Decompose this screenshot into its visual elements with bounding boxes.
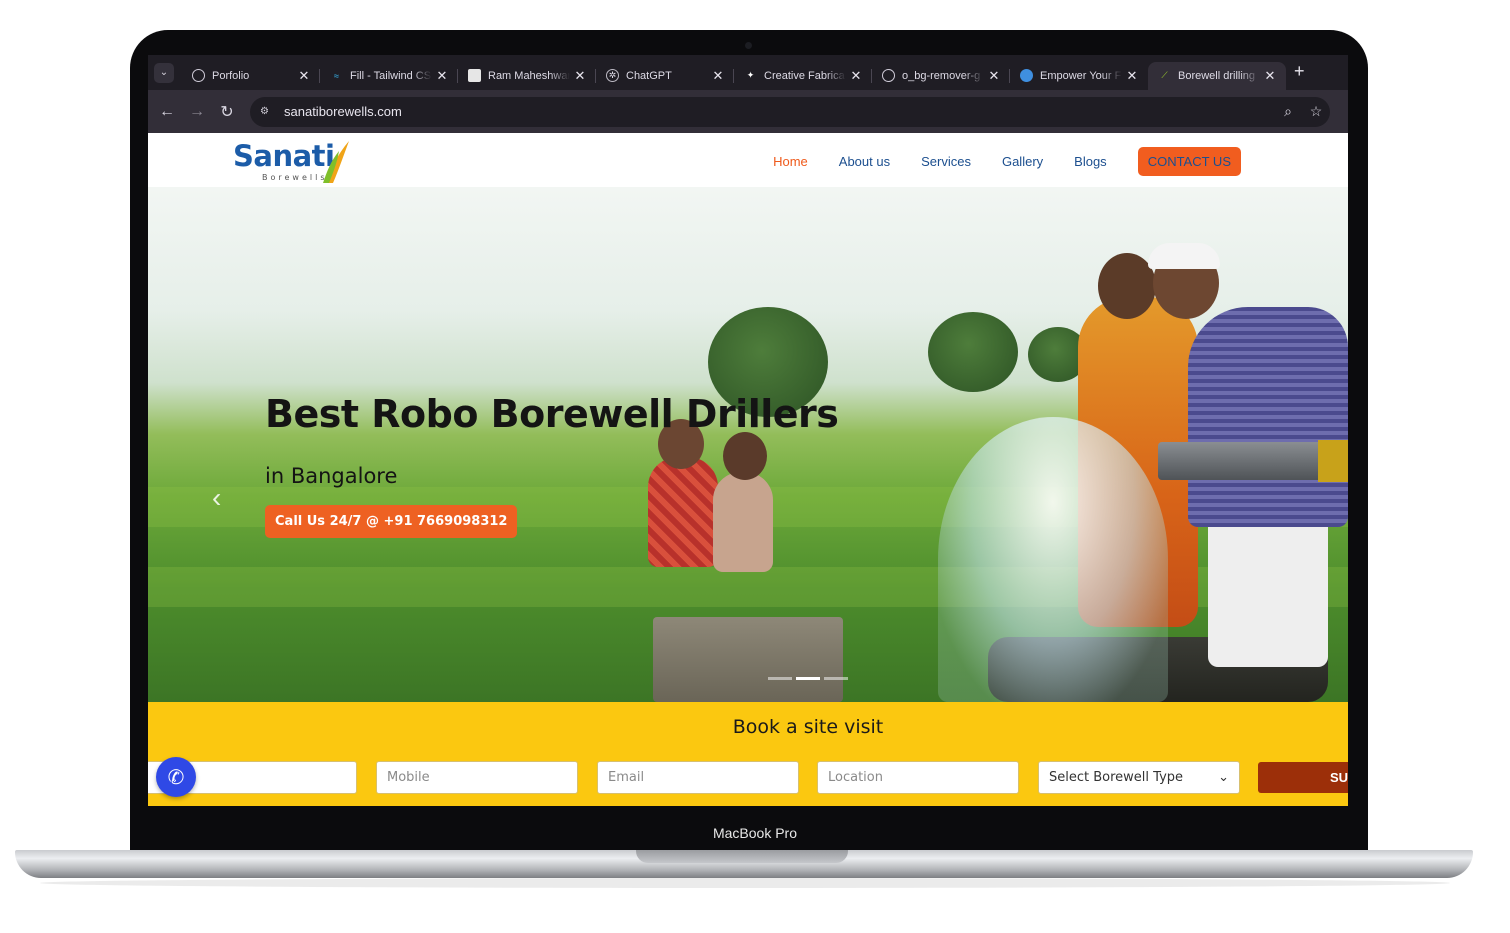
nav-services[interactable]: Services [921, 154, 971, 169]
sparkle-icon: ✦ [746, 70, 755, 80]
close-icon[interactable]: ✕ [570, 68, 590, 84]
close-icon[interactable]: ✕ [294, 68, 314, 84]
close-icon[interactable]: ✕ [846, 68, 866, 84]
tab-creative-fabrica[interactable]: ✦ Creative Fabrica ✕ [734, 62, 872, 90]
back-arrow-icon[interactable]: ← [152, 103, 182, 121]
slider-dot-active[interactable] [796, 677, 820, 680]
water-splash-image [938, 417, 1168, 702]
tab-title: Borewell drilling [1178, 69, 1256, 82]
pipe-cap [1318, 440, 1348, 482]
tab-title: Creative Fabrica [764, 69, 845, 82]
submit-button[interactable]: SU [1258, 762, 1348, 793]
contact-us-button[interactable]: CONTACT US [1137, 147, 1241, 176]
email-field[interactable]: Email [597, 761, 799, 794]
hero-title: Best Robo Borewell Drillers [265, 392, 839, 436]
globe-icon [192, 69, 205, 82]
stone-wall-image [653, 617, 843, 702]
tab-title: Porfolio [212, 69, 250, 82]
slider-dots [768, 677, 848, 680]
close-icon[interactable]: ✕ [708, 68, 728, 84]
slider-dot[interactable] [824, 677, 848, 680]
screen: ⌄ Porfolio ✕ ≈ Fill - Tailwind CSS ✕ Ram… [148, 55, 1348, 806]
slider-dot[interactable] [768, 677, 792, 680]
man-figure [1188, 307, 1348, 527]
reload-icon[interactable]: ↻ [212, 102, 242, 122]
chatgpt-icon: ✲ [606, 69, 619, 82]
tab-borewell-drilling[interactable]: ⟋ Borewell drilling ✕ [1148, 61, 1286, 90]
boy-figure [648, 457, 718, 567]
globe-icon [1020, 69, 1033, 82]
hero-subtitle: in Bangalore [265, 464, 398, 488]
site-info-icon[interactable]: ⚙ [260, 106, 274, 118]
tree-image [928, 312, 1018, 392]
location-field[interactable]: Location [817, 761, 1019, 794]
booking-title: Book a site visit [732, 716, 884, 738]
zoom-search-icon[interactable]: ⌕ [1274, 103, 1302, 120]
tab-search-chevron-icon[interactable]: ⌄ [154, 62, 174, 83]
tab-portfolio[interactable]: Porfolio ✕ [182, 62, 320, 90]
logo-text: Sanati [233, 139, 335, 173]
borewell-type-select[interactable]: Select Borewell Type ⌄ [1038, 761, 1240, 794]
phone-call-icon[interactable]: ✆ [156, 757, 196, 797]
mobile-field[interactable]: Mobile [376, 761, 578, 794]
nav-gallery[interactable]: Gallery [1002, 154, 1043, 169]
site-header: Sanati Borewells Home About us Services … [148, 133, 1348, 187]
laptop-shadow [40, 878, 1450, 888]
url-text[interactable]: sanatiborewells.com [284, 104, 1274, 119]
browser-toolbar: ← → ↻ ⚙ sanatiborewells.com ⌕ ☆ [148, 90, 1348, 133]
bookmark-star-icon[interactable]: ☆ [1302, 103, 1330, 120]
tab-title: Ram Maheshwari [488, 69, 570, 82]
hero-slider: Best Robo Borewell Drillers in Bangalore… [148, 187, 1348, 702]
leaf-icon: ⟋ [1161, 70, 1168, 80]
select-value: Select Borewell Type [1049, 770, 1184, 785]
booking-section: Book a site visit e Mobile Email Locatio… [148, 702, 1348, 806]
avatar-icon [468, 69, 481, 82]
main-nav: Home About us Services Gallery Blogs CON… [773, 147, 1241, 176]
address-bar[interactable]: ⚙ sanatiborewells.com ⌕ ☆ [250, 96, 1330, 127]
tab-tailwind[interactable]: ≈ Fill - Tailwind CSS ✕ [320, 62, 458, 90]
girl-figure [713, 472, 773, 572]
girl-head [723, 432, 767, 480]
forward-arrow-icon[interactable]: → [182, 103, 212, 121]
tab-chatgpt[interactable]: ✲ ChatGPT ✕ [596, 62, 734, 90]
close-icon[interactable]: ✕ [1260, 68, 1280, 84]
logo-subtitle: Borewells [262, 173, 328, 182]
laptop-notch [636, 850, 848, 863]
nav-about[interactable]: About us [839, 154, 890, 169]
tab-empower[interactable]: Empower Your Fi ✕ [1010, 62, 1148, 90]
call-us-button[interactable]: Call Us 24/7 @ +91 7669098312 [265, 505, 518, 538]
tab-ram-maheshwari[interactable]: Ram Maheshwari ✕ [458, 62, 596, 90]
nav-home[interactable]: Home [773, 154, 808, 169]
tab-bg-remover[interactable]: o_bg-remover-g ✕ [872, 62, 1010, 90]
tab-title: Empower Your Fi [1040, 69, 1122, 82]
device-label: MacBook Pro [712, 825, 798, 841]
site-logo[interactable]: Sanati Borewells [233, 139, 353, 185]
close-icon[interactable]: ✕ [984, 68, 1004, 84]
chevron-down-icon: ⌄ [1218, 770, 1229, 785]
browser-tab-strip: ⌄ Porfolio ✕ ≈ Fill - Tailwind CSS ✕ Ram… [148, 55, 1348, 90]
tab-title: Fill - Tailwind CSS [350, 69, 432, 82]
tailwind-icon: ≈ [334, 70, 339, 81]
close-icon[interactable]: ✕ [432, 68, 452, 84]
new-tab-plus-icon[interactable]: + [1294, 61, 1305, 82]
globe-icon [882, 69, 895, 82]
tab-title: ChatGPT [626, 69, 672, 82]
close-icon[interactable]: ✕ [1122, 68, 1142, 84]
tab-title: o_bg-remover-g [902, 69, 981, 82]
man-legs [1208, 517, 1328, 667]
camera-dot [745, 42, 752, 49]
turban [1148, 243, 1220, 269]
chevron-left-icon[interactable]: ‹ [212, 482, 221, 514]
nav-blogs[interactable]: Blogs [1074, 154, 1107, 169]
